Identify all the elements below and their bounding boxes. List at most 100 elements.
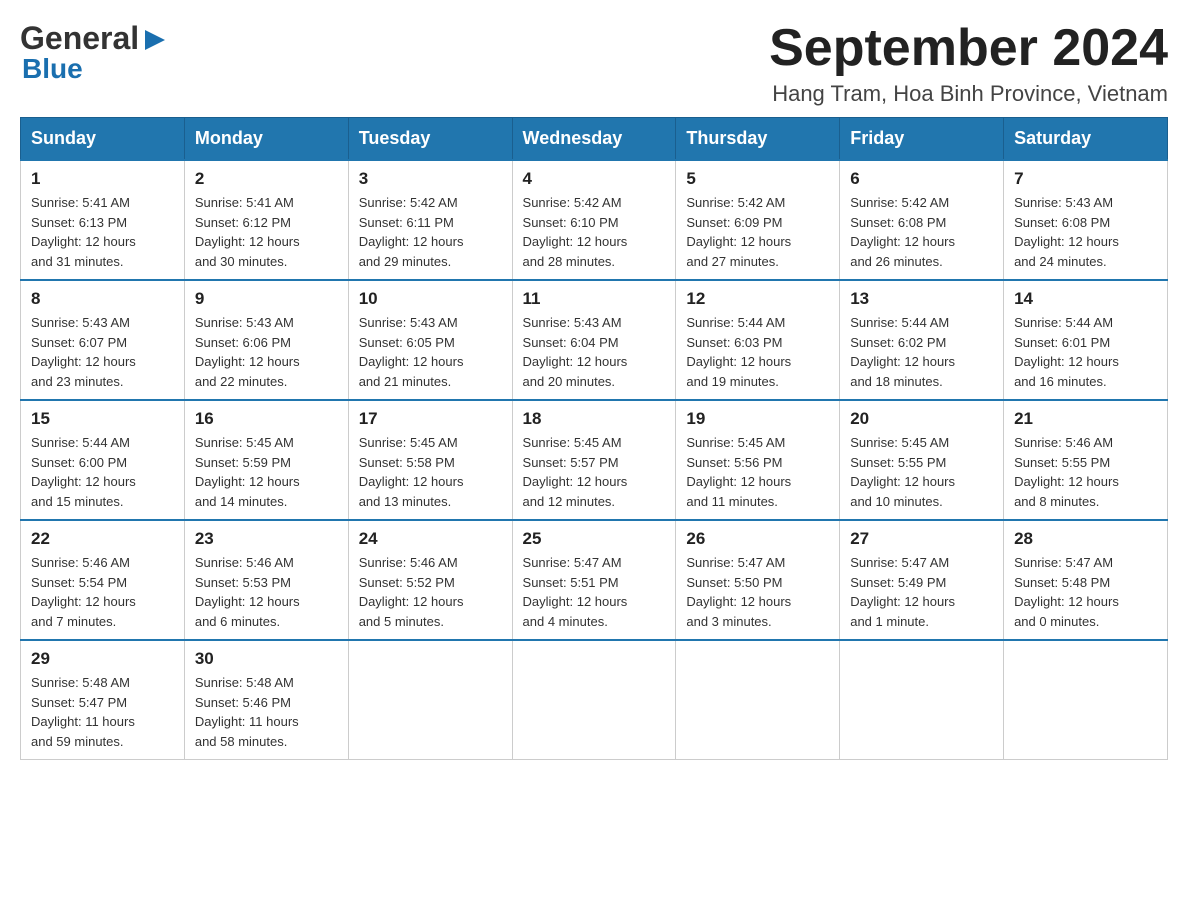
calendar-cell: 12 Sunrise: 5:44 AM Sunset: 6:03 PM Dayli… (676, 280, 840, 400)
day-info: Sunrise: 5:45 AM Sunset: 5:55 PM Dayligh… (850, 433, 993, 511)
day-info: Sunrise: 5:43 AM Sunset: 6:07 PM Dayligh… (31, 313, 174, 391)
calendar-cell (676, 640, 840, 760)
day-number: 28 (1014, 529, 1157, 549)
logo-blue-text: Blue (22, 53, 83, 85)
calendar-cell: 1Sunrise: 5:41 AM Sunset: 6:13 PM Daylig… (21, 160, 185, 280)
day-number: 7 (1014, 169, 1157, 189)
day-info: Sunrise: 5:43 AM Sunset: 6:08 PM Dayligh… (1014, 193, 1157, 271)
day-number: 3 (359, 169, 502, 189)
calendar-cell (840, 640, 1004, 760)
logo: General Blue (20, 20, 169, 85)
calendar-cell: 21Sunrise: 5:46 AM Sunset: 5:55 PM Dayli… (1004, 400, 1168, 520)
calendar-cell: 25 Sunrise: 5:47 AM Sunset: 5:51 PM Dayli… (512, 520, 676, 640)
calendar-cell: 30 Sunrise: 5:48 AM Sunset: 5:46 PM Dayli… (184, 640, 348, 760)
day-info: Sunrise: 5:47 AM Sunset: 5:49 PM Dayligh… (850, 553, 993, 631)
calendar-week-row: 15Sunrise: 5:44 AM Sunset: 6:00 PM Dayli… (21, 400, 1168, 520)
day-number: 29 (31, 649, 174, 669)
day-info: Sunrise: 5:41 AM Sunset: 6:12 PM Dayligh… (195, 193, 338, 271)
day-number: 27 (850, 529, 993, 549)
day-info: Sunrise: 5:45 AM Sunset: 5:59 PM Dayligh… (195, 433, 338, 511)
calendar-cell (1004, 640, 1168, 760)
day-number: 30 (195, 649, 338, 669)
column-header-sunday: Sunday (21, 118, 185, 161)
calendar-cell: 23 Sunrise: 5:46 AM Sunset: 5:53 PM Dayli… (184, 520, 348, 640)
day-info: Sunrise: 5:43 AM Sunset: 6:05 PM Dayligh… (359, 313, 502, 391)
day-info: Sunrise: 5:47 AM Sunset: 5:48 PM Dayligh… (1014, 553, 1157, 631)
day-info: Sunrise: 5:46 AM Sunset: 5:53 PM Dayligh… (195, 553, 338, 631)
day-number: 23 (195, 529, 338, 549)
day-number: 14 (1014, 289, 1157, 309)
day-info: Sunrise: 5:42 AM Sunset: 6:08 PM Dayligh… (850, 193, 993, 271)
page-header: General Blue September 2024 Hang Tram, H… (20, 20, 1168, 107)
calendar-week-row: 29Sunrise: 5:48 AM Sunset: 5:47 PM Dayli… (21, 640, 1168, 760)
location-title: Hang Tram, Hoa Binh Province, Vietnam (769, 81, 1168, 107)
calendar-cell: 7 Sunrise: 5:43 AM Sunset: 6:08 PM Daylig… (1004, 160, 1168, 280)
day-info: Sunrise: 5:45 AM Sunset: 5:57 PM Dayligh… (523, 433, 666, 511)
calendar-table: SundayMondayTuesdayWednesdayThursdayFrid… (20, 117, 1168, 760)
day-number: 2 (195, 169, 338, 189)
calendar-cell: 15Sunrise: 5:44 AM Sunset: 6:00 PM Dayli… (21, 400, 185, 520)
calendar-cell: 5Sunrise: 5:42 AM Sunset: 6:09 PM Daylig… (676, 160, 840, 280)
day-number: 19 (686, 409, 829, 429)
calendar-cell: 8 Sunrise: 5:43 AM Sunset: 6:07 PM Daylig… (21, 280, 185, 400)
day-number: 4 (523, 169, 666, 189)
calendar-cell (512, 640, 676, 760)
day-number: 25 (523, 529, 666, 549)
day-number: 10 (359, 289, 502, 309)
column-header-friday: Friday (840, 118, 1004, 161)
calendar-cell: 2 Sunrise: 5:41 AM Sunset: 6:12 PM Daylig… (184, 160, 348, 280)
day-info: Sunrise: 5:44 AM Sunset: 6:00 PM Dayligh… (31, 433, 174, 511)
calendar-cell: 11Sunrise: 5:43 AM Sunset: 6:04 PM Dayli… (512, 280, 676, 400)
day-number: 9 (195, 289, 338, 309)
calendar-cell: 9 Sunrise: 5:43 AM Sunset: 6:06 PM Daylig… (184, 280, 348, 400)
calendar-cell: 24Sunrise: 5:46 AM Sunset: 5:52 PM Dayli… (348, 520, 512, 640)
day-number: 16 (195, 409, 338, 429)
calendar-cell: 13 Sunrise: 5:44 AM Sunset: 6:02 PM Dayli… (840, 280, 1004, 400)
day-info: Sunrise: 5:45 AM Sunset: 5:56 PM Dayligh… (686, 433, 829, 511)
day-info: Sunrise: 5:46 AM Sunset: 5:52 PM Dayligh… (359, 553, 502, 631)
day-info: Sunrise: 5:43 AM Sunset: 6:06 PM Dayligh… (195, 313, 338, 391)
month-title: September 2024 (769, 20, 1168, 77)
day-number: 11 (523, 289, 666, 309)
calendar-header-row: SundayMondayTuesdayWednesdayThursdayFrid… (21, 118, 1168, 161)
calendar-cell (348, 640, 512, 760)
day-number: 17 (359, 409, 502, 429)
calendar-week-row: 1Sunrise: 5:41 AM Sunset: 6:13 PM Daylig… (21, 160, 1168, 280)
calendar-cell: 16 Sunrise: 5:45 AM Sunset: 5:59 PM Dayli… (184, 400, 348, 520)
day-info: Sunrise: 5:44 AM Sunset: 6:03 PM Dayligh… (686, 313, 829, 391)
column-header-thursday: Thursday (676, 118, 840, 161)
day-info: Sunrise: 5:44 AM Sunset: 6:02 PM Dayligh… (850, 313, 993, 391)
day-info: Sunrise: 5:41 AM Sunset: 6:13 PM Dayligh… (31, 193, 174, 271)
day-info: Sunrise: 5:45 AM Sunset: 5:58 PM Dayligh… (359, 433, 502, 511)
calendar-cell: 3 Sunrise: 5:42 AM Sunset: 6:11 PM Daylig… (348, 160, 512, 280)
day-number: 18 (523, 409, 666, 429)
day-info: Sunrise: 5:42 AM Sunset: 6:10 PM Dayligh… (523, 193, 666, 271)
day-info: Sunrise: 5:47 AM Sunset: 5:51 PM Dayligh… (523, 553, 666, 631)
title-area: September 2024 Hang Tram, Hoa Binh Provi… (769, 20, 1168, 107)
column-header-monday: Monday (184, 118, 348, 161)
day-number: 13 (850, 289, 993, 309)
day-number: 5 (686, 169, 829, 189)
day-info: Sunrise: 5:42 AM Sunset: 6:11 PM Dayligh… (359, 193, 502, 271)
day-number: 6 (850, 169, 993, 189)
day-info: Sunrise: 5:48 AM Sunset: 5:46 PM Dayligh… (195, 673, 338, 751)
calendar-cell: 19 Sunrise: 5:45 AM Sunset: 5:56 PM Dayli… (676, 400, 840, 520)
calendar-cell: 10 Sunrise: 5:43 AM Sunset: 6:05 PM Dayli… (348, 280, 512, 400)
day-number: 21 (1014, 409, 1157, 429)
day-number: 12 (686, 289, 829, 309)
column-header-saturday: Saturday (1004, 118, 1168, 161)
column-header-tuesday: Tuesday (348, 118, 512, 161)
calendar-cell: 4 Sunrise: 5:42 AM Sunset: 6:10 PM Daylig… (512, 160, 676, 280)
calendar-cell: 14 Sunrise: 5:44 AM Sunset: 6:01 PM Dayli… (1004, 280, 1168, 400)
calendar-cell: 27 Sunrise: 5:47 AM Sunset: 5:49 PM Dayli… (840, 520, 1004, 640)
day-number: 22 (31, 529, 174, 549)
day-info: Sunrise: 5:46 AM Sunset: 5:54 PM Dayligh… (31, 553, 174, 631)
day-info: Sunrise: 5:44 AM Sunset: 6:01 PM Dayligh… (1014, 313, 1157, 391)
day-number: 20 (850, 409, 993, 429)
calendar-cell: 17 Sunrise: 5:45 AM Sunset: 5:58 PM Dayli… (348, 400, 512, 520)
logo-arrow-icon (141, 26, 169, 54)
day-number: 26 (686, 529, 829, 549)
calendar-cell: 22 Sunrise: 5:46 AM Sunset: 5:54 PM Dayli… (21, 520, 185, 640)
day-number: 8 (31, 289, 174, 309)
calendar-cell: 20 Sunrise: 5:45 AM Sunset: 5:55 PM Dayli… (840, 400, 1004, 520)
